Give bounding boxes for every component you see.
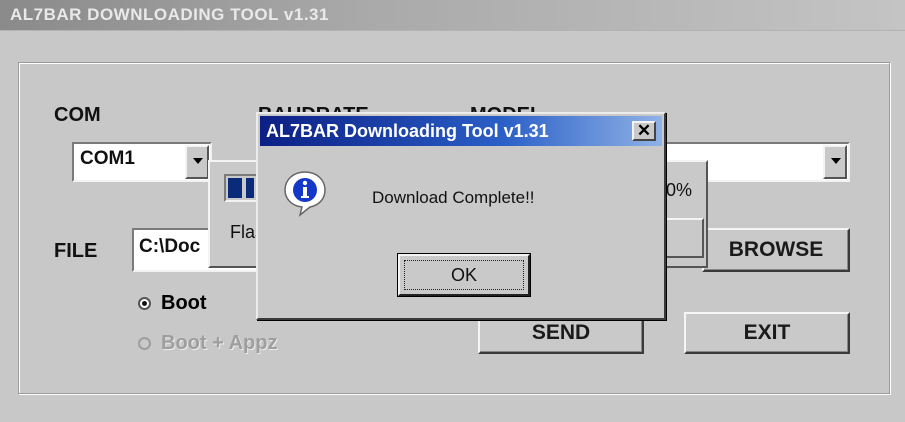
radio-unchecked-icon: [138, 337, 151, 350]
ok-button-label: OK: [450, 265, 477, 285]
radio-checked-icon: [138, 297, 151, 310]
com-dropdown-button[interactable]: [185, 145, 209, 179]
com-select[interactable]: COM1: [72, 142, 212, 182]
model-dropdown-button[interactable]: [823, 145, 847, 179]
dialog-titlebar: AL7BAR Downloading Tool v1.31 ✕: [260, 116, 662, 146]
message-dialog: AL7BAR Downloading Tool v1.31 ✕ Download…: [256, 112, 666, 320]
exit-button[interactable]: EXIT: [684, 312, 850, 354]
boot-radio-label: Boot: [161, 292, 207, 314]
window-titlebar: AL7BAR DOWNLOADING TOOL v1.31: [0, 0, 905, 31]
progress-percent: 0%: [666, 180, 693, 200]
progress-bar-fill: [228, 178, 254, 198]
boot-appz-radio[interactable]: Boot + Appz: [138, 332, 277, 355]
boot-radio[interactable]: Boot: [138, 292, 207, 315]
ok-button[interactable]: OK: [397, 253, 531, 297]
dialog-message: Download Complete!!: [372, 188, 535, 207]
progress-cancel-button[interactable]: [662, 218, 704, 258]
com-select-value: COM1: [80, 148, 135, 169]
main-window: AL7BAR DOWNLOADING TOOL v1.31 COM COM1 B…: [0, 0, 905, 422]
com-label: COM: [54, 104, 101, 126]
boot-appz-radio-label: Boot + Appz: [161, 332, 278, 354]
file-label: FILE: [54, 240, 98, 262]
close-button[interactable]: ✕: [632, 121, 656, 141]
info-icon: [284, 171, 326, 217]
close-icon: ✕: [636, 121, 652, 140]
window-title: AL7BAR DOWNLOADING TOOL v1.31: [10, 5, 329, 24]
browse-button[interactable]: BROWSE: [702, 228, 850, 272]
dialog-title: AL7BAR Downloading Tool v1.31: [266, 121, 549, 141]
file-path-value: C:\Doc: [139, 236, 201, 257]
